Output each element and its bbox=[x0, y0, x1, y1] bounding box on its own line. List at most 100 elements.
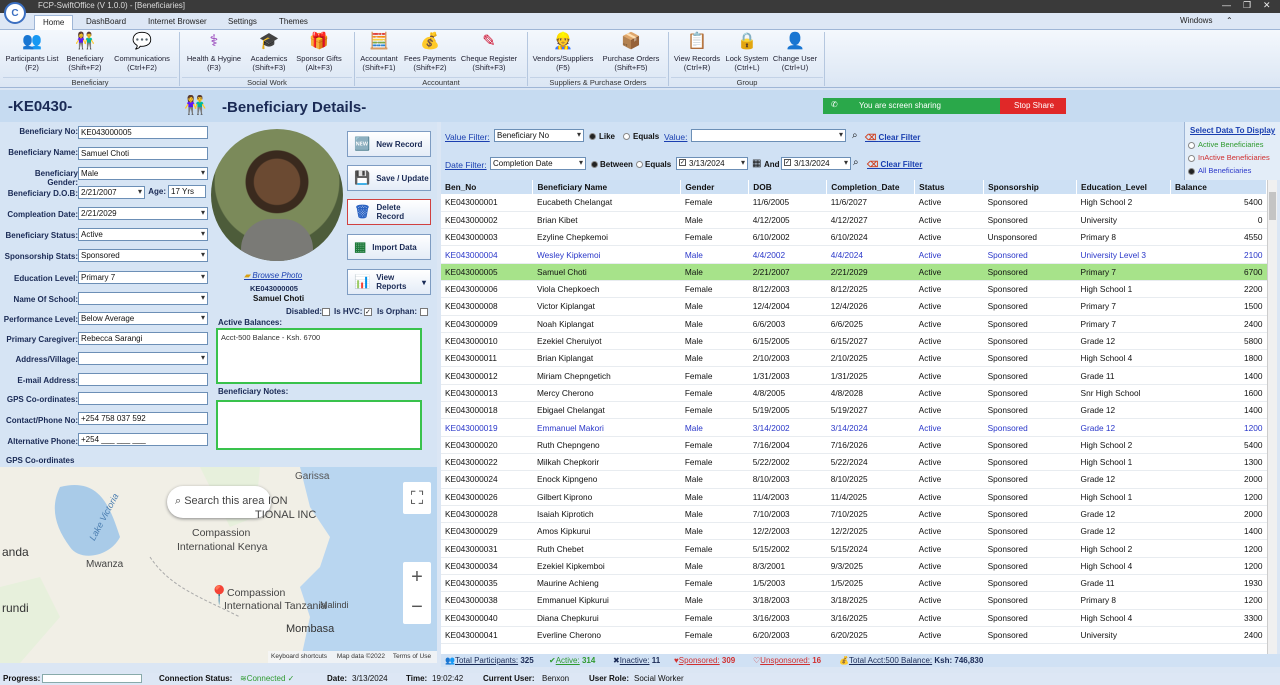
column-header[interactable]: Sponsorship bbox=[983, 180, 1078, 194]
browse-photo-link[interactable]: ▰ Browse Photo bbox=[244, 271, 302, 280]
like-radio[interactable] bbox=[589, 133, 596, 140]
beneficiary-name-field[interactable]: Samuel Choti bbox=[78, 147, 208, 160]
change-user-button[interactable]: 👤 Change User (Ctrl+U) bbox=[771, 32, 819, 72]
fullscreen-icon[interactable]: ⛶ bbox=[403, 482, 431, 514]
participants-list-button[interactable]: 👥 Participants List (F2) bbox=[3, 32, 61, 72]
sponsorship-select[interactable]: Sponsored bbox=[78, 249, 208, 262]
save-update-button[interactable]: 💾 Save / Update bbox=[347, 165, 431, 191]
table-row[interactable]: KE043000001 Eucabeth Chelangat Female 11/6/… bbox=[441, 194, 1267, 212]
table-row[interactable]: KE043000028 Isaiah Kiprotich Male 7/10/2003… bbox=[441, 505, 1267, 524]
keyboard-shortcuts-link[interactable]: Keyboard shortcuts bbox=[271, 653, 327, 660]
disabled-checkbox[interactable] bbox=[322, 308, 330, 316]
table-row[interactable]: KE043000026 Gilbert Kiprono Male 11/4/2003 1… bbox=[441, 488, 1267, 506]
all-beneficiaries-option[interactable]: All Beneficiaries bbox=[1188, 166, 1251, 175]
completion-date-picker[interactable]: 2/21/2029 bbox=[78, 207, 208, 220]
gps-field[interactable] bbox=[78, 392, 208, 405]
scrollbar-thumb[interactable] bbox=[1269, 192, 1276, 220]
email-field[interactable] bbox=[78, 373, 208, 386]
tab-home[interactable]: Home bbox=[34, 15, 74, 30]
address-select[interactable] bbox=[78, 352, 208, 365]
table-row[interactable]: KE043000019 Emmanuel Makori Male 3/14/2002 3… bbox=[441, 418, 1267, 437]
communications-button[interactable]: 💬 Communications (Ctrl+F2) bbox=[110, 32, 174, 72]
search-icon[interactable]: ⌕ bbox=[852, 130, 858, 141]
minimize-button[interactable]: — bbox=[1222, 0, 1231, 10]
column-header[interactable]: Balance bbox=[1170, 180, 1267, 194]
date-from-picker[interactable]: 3/13/2024 bbox=[676, 157, 748, 170]
column-header[interactable]: Beneficiary Name bbox=[532, 180, 682, 194]
table-row[interactable]: KE043000009 Noah Kiplangat Male 6/6/2003 6/6… bbox=[441, 315, 1267, 333]
calendar-icon[interactable]: ▦ bbox=[752, 158, 761, 169]
academics-button[interactable]: 🎓 Academics (Shift+F3) bbox=[246, 32, 292, 72]
health-hygiene-button[interactable]: ⚕ Health & Hygine (F3) bbox=[182, 32, 246, 72]
table-row[interactable]: KE043000002 Brian Kibet Male 4/12/2005 4/12/… bbox=[441, 211, 1267, 230]
table-row[interactable]: KE043000041 Everline Cherono Female 6/20/20… bbox=[441, 626, 1267, 645]
column-header[interactable]: Education_Level bbox=[1076, 180, 1171, 194]
table-row[interactable]: KE043000022 Milkah Chepkorir Female 5/22/20… bbox=[441, 453, 1267, 472]
maximize-button[interactable]: ❐ bbox=[1243, 0, 1251, 11]
column-header[interactable]: DOB bbox=[748, 180, 828, 194]
caregiver-field[interactable]: Rebecca Sarangi bbox=[78, 332, 208, 345]
table-row[interactable]: KE043000034 Ezekiel Kipkemboi Male 8/3/2001… bbox=[441, 557, 1267, 576]
tab-internet-browser[interactable]: Internet Browser bbox=[140, 15, 215, 30]
column-header[interactable]: Status bbox=[914, 180, 985, 194]
status-select[interactable]: Active bbox=[78, 228, 208, 241]
column-header[interactable]: Completion_Date bbox=[826, 180, 916, 194]
new-record-button[interactable]: 🆕 New Record bbox=[347, 131, 431, 157]
table-row[interactable]: KE043000040 Diana Chepkurui Female 3/16/200… bbox=[441, 609, 1267, 627]
fees-payments-button[interactable]: 💰 Fees Payments (Shift+F2) bbox=[403, 32, 457, 72]
value-filter-input[interactable] bbox=[691, 129, 846, 142]
table-row[interactable]: KE043000029 Amos Kipkurui Male 12/2/2003 12/… bbox=[441, 522, 1267, 541]
ribbon-collapse-icon[interactable]: ⌃ bbox=[1218, 14, 1241, 29]
accountant-button[interactable]: 🧮 Accountant (Shift+F1) bbox=[356, 32, 402, 72]
map-pin-icon[interactable]: 📍 bbox=[208, 585, 230, 606]
purchase-orders-button[interactable]: 📦 Purchase Orders (Shift+F5) bbox=[600, 32, 662, 72]
tab-settings[interactable]: Settings bbox=[220, 15, 265, 30]
table-row[interactable]: KE043000035 Maurine Achieng Female 1/5/2003… bbox=[441, 574, 1267, 593]
table-row[interactable]: KE043000031 Ruth Chebet Female 5/15/2002 5/1… bbox=[441, 539, 1267, 558]
lock-system-button[interactable]: 🔒 Lock System (Ctrl+L) bbox=[724, 32, 770, 72]
equals-radio[interactable] bbox=[623, 133, 630, 140]
tab-themes[interactable]: Themes bbox=[271, 15, 316, 30]
school-select[interactable] bbox=[78, 292, 208, 305]
table-row[interactable]: KE043000011 Brian Kiplangat Male 2/10/2003 2… bbox=[441, 349, 1267, 368]
table-row[interactable]: KE043000013 Mercy Cherono Female 4/8/2005 4/… bbox=[441, 384, 1267, 403]
alt-phone-field[interactable]: +254 ___ ___ ___ bbox=[78, 433, 208, 446]
clear-value-filter-link[interactable]: ⌫ Clear Filter bbox=[865, 133, 920, 142]
column-header[interactable]: Ben_No bbox=[441, 180, 534, 194]
table-row[interactable]: KE043000008 Victor Kiplangat Male 12/4/2004… bbox=[441, 297, 1267, 316]
cheque-register-button[interactable]: ✎ Cheque Register (Shift+F3) bbox=[459, 32, 519, 72]
value-filter-field-select[interactable]: Beneficiary No bbox=[494, 129, 584, 142]
between-radio[interactable] bbox=[591, 161, 598, 168]
table-row[interactable]: KE043000020 Ruth Chepngeno Female 7/16/2004… bbox=[441, 436, 1267, 454]
date-to-checkbox[interactable]: ✓ bbox=[784, 159, 791, 166]
grid-scrollbar[interactable] bbox=[1267, 180, 1277, 654]
date-filter-field-select[interactable]: Completion Date bbox=[490, 157, 586, 170]
app-logo-icon[interactable]: C bbox=[4, 2, 26, 24]
table-row[interactable]: KE043000006 Viola Chepkoech Female 8/12/200… bbox=[441, 280, 1267, 299]
zoom-out-button[interactable]: − bbox=[403, 592, 431, 622]
close-button[interactable]: ✕ bbox=[1263, 0, 1271, 11]
stop-share-button[interactable]: Stop Share bbox=[1000, 98, 1066, 114]
orphan-checkbox[interactable] bbox=[420, 308, 428, 316]
view-records-button[interactable]: 📋 View Records (Ctrl+R) bbox=[671, 32, 723, 72]
theme-selector[interactable]: Windows bbox=[1172, 14, 1220, 29]
performance-select[interactable]: Below Average bbox=[78, 312, 208, 325]
tab-dashboard[interactable]: DashBoard bbox=[78, 15, 134, 30]
delete-record-button[interactable]: 🗑 Delete Record bbox=[347, 199, 431, 225]
clear-date-filter-link[interactable]: ⌫ Clear Filter bbox=[867, 160, 922, 169]
equals-date-radio[interactable] bbox=[636, 161, 643, 168]
date-from-checkbox[interactable]: ✓ bbox=[679, 159, 686, 166]
education-select[interactable]: Primary 7 bbox=[78, 271, 208, 284]
view-reports-button[interactable]: 📊 View Reports ▾ bbox=[347, 269, 431, 295]
vendors-suppliers-button[interactable]: 👷 Vendors/Suppliers (F5) bbox=[530, 32, 596, 72]
beneficiary-notes-field[interactable] bbox=[216, 400, 422, 450]
terms-link[interactable]: Terms of Use bbox=[393, 653, 431, 660]
gender-select[interactable]: Male bbox=[78, 167, 208, 180]
gps-map[interactable]: ⌕ Search this area Garissa ION TIONAL IN… bbox=[0, 467, 437, 663]
table-row[interactable]: KE043000010 Ezekiel Cheruiyot Male 6/15/200… bbox=[441, 332, 1267, 351]
table-row[interactable]: KE043000024 Enock Kipngeno Male 8/10/2003 8/… bbox=[441, 470, 1267, 489]
table-row[interactable]: KE043000038 Emmanuel Kipkurui Male 3/18/200… bbox=[441, 591, 1267, 610]
import-data-button[interactable]: ▦ Import Data bbox=[347, 234, 431, 260]
beneficiary-no-field[interactable]: KE043000005 bbox=[78, 126, 208, 139]
table-row[interactable]: KE043000018 Ebigael Chelangat Female 5/19/2… bbox=[441, 401, 1267, 420]
